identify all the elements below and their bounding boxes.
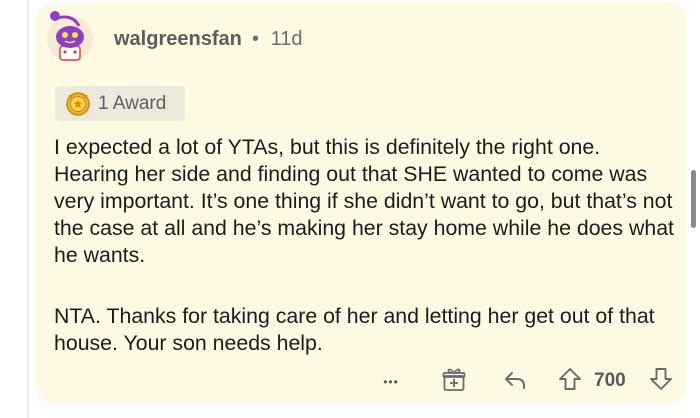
username[interactable]: walgreensfan — [114, 28, 242, 51]
award-label: 1 Award — [98, 92, 167, 114]
snoo-avatar-icon[interactable] — [43, 10, 97, 64]
vote-count: 700 — [594, 370, 626, 391]
comment-page: walgreensfan • 11d 1 Award I expected a … — [0, 0, 700, 418]
comment-paragraph: NTA. Thanks for taking care of her and l… — [54, 304, 655, 355]
comment-meta: • 11d — [252, 28, 302, 51]
meta-separator: • — [252, 28, 260, 50]
give-award-button[interactable] — [439, 367, 469, 397]
more-options-icon: ••• — [383, 375, 399, 389]
comment-paragraph: I expected a lot of YTAs, but this is de… — [54, 135, 674, 267]
award-medal-icon — [64, 90, 92, 118]
downvote-button[interactable] — [646, 366, 676, 396]
comment-age: 11d — [270, 28, 303, 50]
downvote-arrow-icon — [648, 366, 674, 397]
award-badge[interactable]: 1 Award — [55, 86, 185, 121]
give-award-icon — [441, 367, 467, 398]
reply-button[interactable] — [500, 367, 530, 397]
thread-line[interactable] — [27, 0, 29, 418]
scrollbar[interactable] — [691, 170, 696, 228]
upvote-arrow-icon — [557, 366, 583, 397]
more-options-button[interactable]: ••• — [374, 370, 408, 394]
upvote-button[interactable] — [555, 366, 585, 396]
reply-arrow-icon — [502, 367, 528, 398]
